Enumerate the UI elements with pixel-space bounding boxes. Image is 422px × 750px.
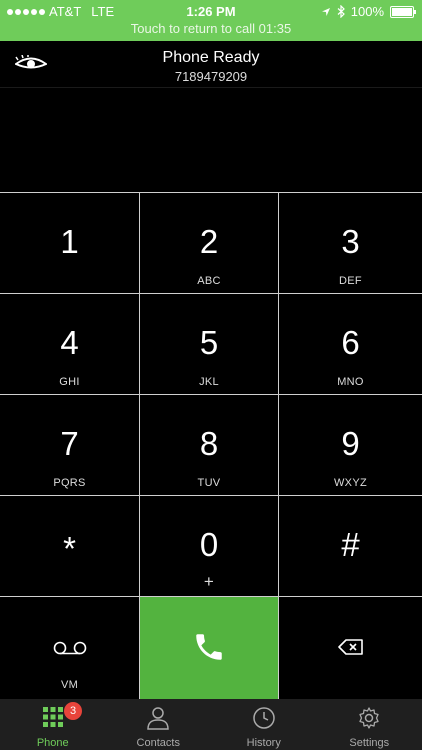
header: Phone Ready 7189479209 xyxy=(0,41,422,88)
voicemail-label: VM xyxy=(60,679,79,691)
key-8[interactable]: 8 TUV xyxy=(140,395,279,496)
key-letters: JKL xyxy=(199,376,219,388)
key-7[interactable]: 7 PQRS xyxy=(0,395,140,496)
key-digit: 6 xyxy=(341,324,360,361)
tab-settings-label: Settings xyxy=(349,737,390,749)
tab-contacts[interactable]: Contacts xyxy=(106,699,212,750)
key-letters: WXYZ xyxy=(334,477,367,489)
tab-contacts-label: Contacts xyxy=(136,737,180,749)
dialpad-icon xyxy=(42,707,63,727)
dial-keypad: 1 2 ABC 3 DEF 4 GHI 5 JKL 6 MNO 7 PQRS 8… xyxy=(0,192,422,700)
battery-icon xyxy=(390,5,416,18)
key-letters: GHI xyxy=(59,376,80,388)
key-digit: 0 xyxy=(199,526,219,563)
battery-percent: 100% xyxy=(350,4,384,19)
backspace-button[interactable] xyxy=(279,597,422,700)
key-digit: 8 xyxy=(199,425,219,462)
key-4[interactable]: 4 GHI xyxy=(0,294,140,395)
key-star[interactable]: * xyxy=(0,496,140,597)
key-digit: 3 xyxy=(341,223,360,260)
key-digit: 2 xyxy=(199,223,219,260)
page-title: Phone Ready xyxy=(162,49,260,66)
key-digit: 9 xyxy=(341,425,360,462)
phone-badge: 3 xyxy=(64,702,82,720)
phone-icon xyxy=(196,634,222,660)
key-9[interactable]: 9 WXYZ xyxy=(279,395,422,496)
voicemail-button[interactable]: VM xyxy=(0,597,140,700)
key-letters: PQRS xyxy=(53,477,86,489)
key-letters: MNO xyxy=(337,376,364,388)
key-5[interactable]: 5 JKL xyxy=(140,294,279,395)
call-button[interactable] xyxy=(140,597,279,700)
key-digit: 4 xyxy=(60,324,79,361)
contacts-icon xyxy=(147,707,170,730)
tab-bar: 3 Phone Contacts History Settings xyxy=(0,699,422,750)
bluetooth-icon xyxy=(337,5,345,18)
voicemail-icon xyxy=(53,641,86,655)
key-digit: 5 xyxy=(199,324,219,361)
status-bar: AT&T LTE 1:26 PM 100% Touch to return to… xyxy=(0,0,422,41)
clock-icon xyxy=(253,707,275,729)
gear-icon xyxy=(359,707,379,729)
key-2[interactable]: 2 ABC xyxy=(140,193,279,294)
tab-history[interactable]: History xyxy=(211,699,317,750)
tab-phone-label: Phone xyxy=(36,737,69,749)
location-arrow-icon xyxy=(321,7,330,16)
key-letters: + xyxy=(203,572,215,591)
return-to-call-banner[interactable]: Touch to return to call 01:35 xyxy=(0,21,422,36)
key-digit: * xyxy=(63,530,76,567)
tab-settings[interactable]: Settings xyxy=(317,699,422,750)
key-digit: 1 xyxy=(60,223,79,260)
tab-phone[interactable]: 3 Phone xyxy=(0,699,106,750)
key-hash[interactable]: # xyxy=(279,496,422,597)
key-6[interactable]: 6 MNO xyxy=(279,294,422,395)
backspace-icon xyxy=(337,639,363,655)
key-letters: ABC xyxy=(197,275,221,287)
key-0[interactable]: 0 + xyxy=(140,496,279,597)
key-letters: TUV xyxy=(197,477,221,489)
key-digit: 7 xyxy=(60,425,79,462)
key-digit: # xyxy=(341,526,360,563)
key-3[interactable]: 3 DEF xyxy=(279,193,422,294)
key-1[interactable]: 1 xyxy=(0,193,140,294)
tab-history-label: History xyxy=(246,737,281,749)
key-letters: DEF xyxy=(339,275,362,287)
phone-number: 7189479209 xyxy=(174,69,248,84)
